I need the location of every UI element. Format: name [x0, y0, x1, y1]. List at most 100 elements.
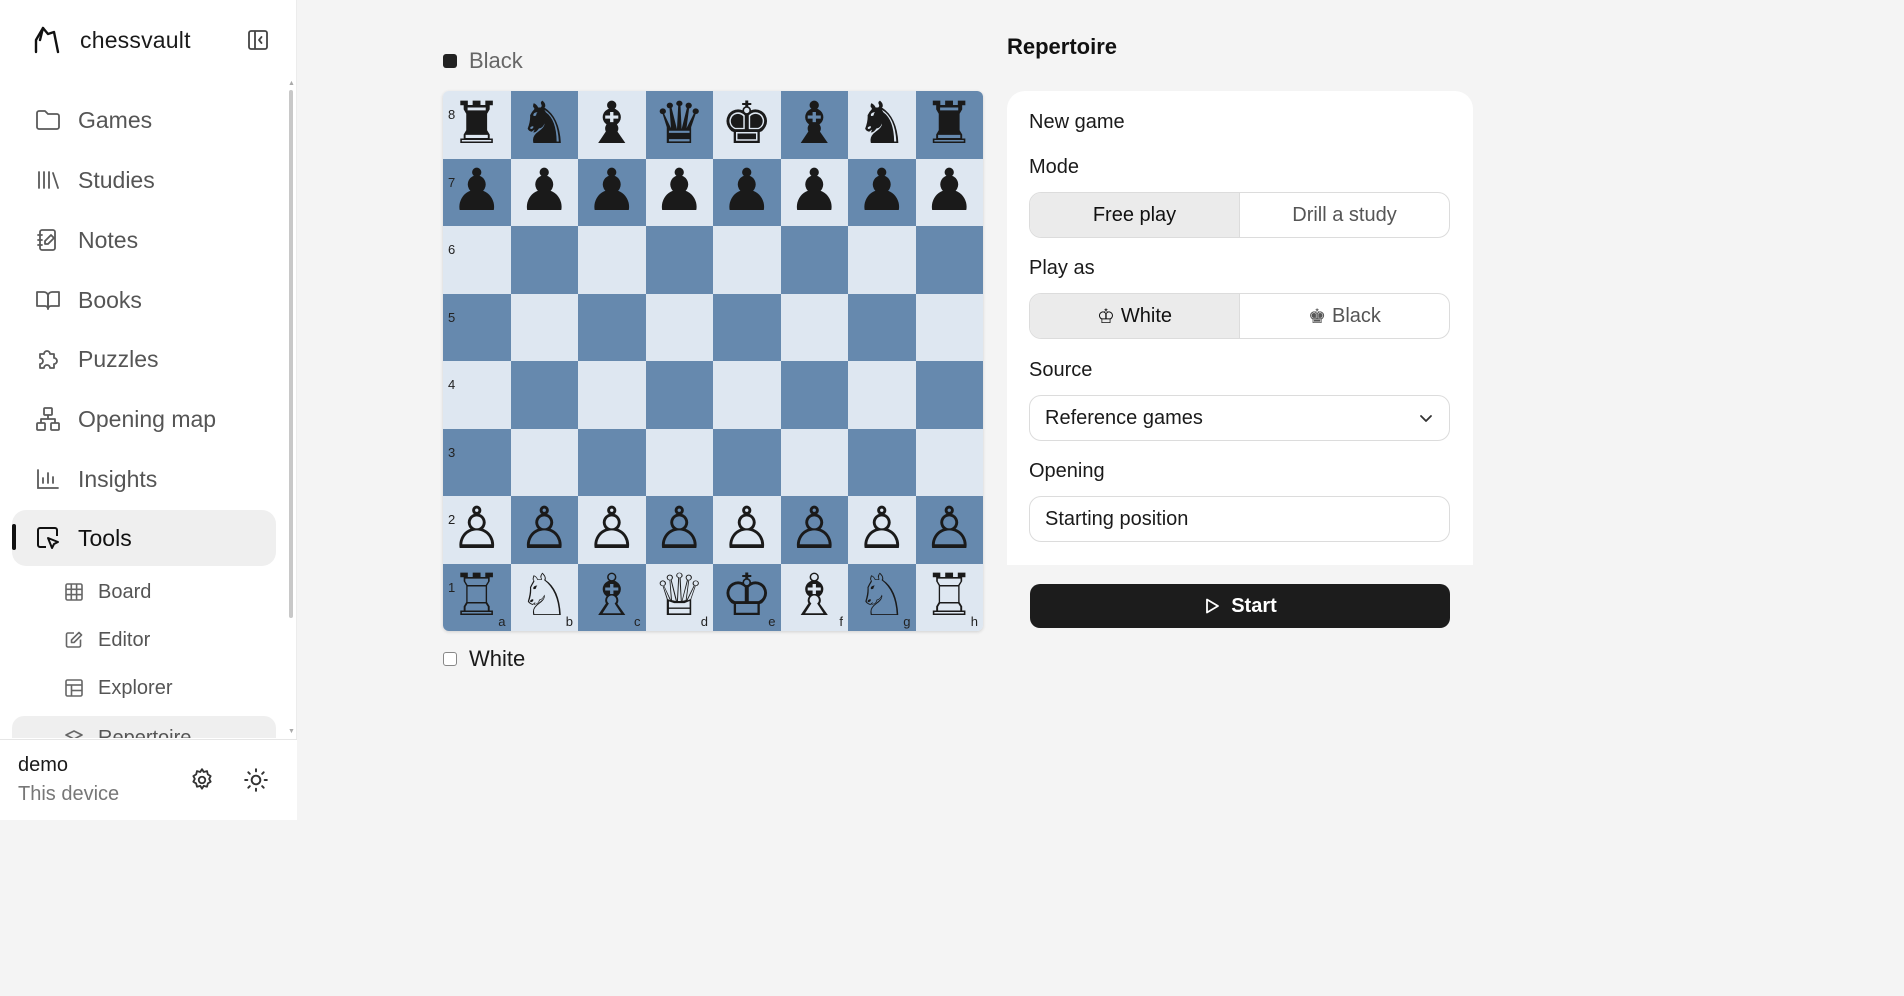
chess-piece[interactable]: ♞	[856, 94, 908, 152]
board-square-f4[interactable]	[780, 361, 848, 429]
mode-drill-study-option[interactable]: Drill a study	[1239, 193, 1449, 237]
board-square-b5[interactable]	[510, 293, 578, 361]
chess-piece[interactable]: ♟	[518, 161, 570, 219]
chess-piece[interactable]: ♗	[586, 566, 638, 624]
board-square-e3[interactable]	[713, 428, 781, 496]
chess-piece[interactable]: ♙	[653, 499, 705, 557]
board-square-b3[interactable]	[510, 428, 578, 496]
board-square-h6[interactable]	[915, 226, 983, 294]
board-square-f6[interactable]	[780, 226, 848, 294]
board-square-a7[interactable]: 7 ♟	[443, 158, 511, 226]
sidebar-item-books[interactable]: Books	[12, 272, 276, 328]
board-square-e6[interactable]	[713, 226, 781, 294]
board-square-c1[interactable]: c ♗	[578, 563, 646, 631]
chess-piece[interactable]: ♝	[586, 94, 638, 152]
chess-board[interactable]: 8 ♜ ♞ ♝ ♛ ♚ ♝ ♞ ♜ 7 ♟ ♟ ♟ ♟ ♟ ♟ ♟ ♟ 6 5 4 3 2 ♙ ♙ ♙ ♙ ♙ ♙ ♙ ♙ 1 a ♖ b ♘ c ♗ d ♕…	[443, 91, 983, 631]
chess-piece[interactable]: ♚	[721, 94, 773, 152]
board-square-f7[interactable]: ♟	[780, 158, 848, 226]
brand[interactable]: chessvault	[30, 22, 191, 58]
opening-input[interactable]: Starting position	[1029, 496, 1450, 542]
board-square-d5[interactable]	[645, 293, 713, 361]
board-square-g1[interactable]: g ♘	[848, 563, 916, 631]
play-as-black-option[interactable]: ♚ Black	[1239, 294, 1449, 338]
chess-piece[interactable]: ♗	[788, 566, 840, 624]
chess-piece[interactable]: ♘	[518, 566, 570, 624]
board-square-h3[interactable]	[915, 428, 983, 496]
board-square-a1[interactable]: 1 a ♖	[443, 563, 511, 631]
chess-piece[interactable]: ♜	[451, 94, 503, 152]
board-square-c7[interactable]: ♟	[578, 158, 646, 226]
chess-piece[interactable]: ♔	[721, 566, 773, 624]
board-square-d7[interactable]: ♟	[645, 158, 713, 226]
collapse-sidebar-button[interactable]	[246, 28, 270, 52]
play-as-white-option[interactable]: ♔ White	[1030, 294, 1239, 338]
board-square-g4[interactable]	[848, 361, 916, 429]
board-square-e2[interactable]: ♙	[713, 496, 781, 564]
sidebar-subitem-repertoire[interactable]: Repertoire	[12, 716, 276, 738]
sidebar-item-tools[interactable]: Tools	[12, 510, 276, 566]
board-square-e7[interactable]: ♟	[713, 158, 781, 226]
board-square-e1[interactable]: e ♔	[713, 563, 781, 631]
chess-piece[interactable]: ♖	[451, 566, 503, 624]
scroll-down-icon[interactable]: ▼	[288, 728, 295, 735]
board-square-a6[interactable]: 6	[443, 226, 511, 294]
chess-piece[interactable]: ♙	[923, 499, 975, 557]
chess-piece[interactable]: ♜	[923, 94, 975, 152]
start-button[interactable]: Start	[1030, 584, 1450, 628]
board-square-c6[interactable]	[578, 226, 646, 294]
board-square-h7[interactable]: ♟	[915, 158, 983, 226]
sidebar-item-notes[interactable]: Notes	[12, 212, 276, 268]
board-square-a2[interactable]: 2 ♙	[443, 496, 511, 564]
mode-free-play-option[interactable]: Free play	[1030, 193, 1239, 237]
chess-piece[interactable]: ♕	[653, 566, 705, 624]
board-square-a5[interactable]: 5	[443, 293, 511, 361]
board-square-c4[interactable]	[578, 361, 646, 429]
chess-piece[interactable]: ♙	[788, 499, 840, 557]
board-square-a3[interactable]: 3	[443, 428, 511, 496]
chess-piece[interactable]: ♝	[788, 94, 840, 152]
board-square-f2[interactable]: ♙	[780, 496, 848, 564]
chess-piece[interactable]: ♞	[518, 94, 570, 152]
board-square-f5[interactable]	[780, 293, 848, 361]
board-square-e4[interactable]	[713, 361, 781, 429]
settings-button[interactable]	[188, 766, 216, 794]
theme-toggle-button[interactable]	[242, 766, 270, 794]
sidebar-item-games[interactable]: Games	[12, 92, 276, 148]
board-square-c5[interactable]	[578, 293, 646, 361]
board-square-b2[interactable]: ♙	[510, 496, 578, 564]
chess-piece[interactable]: ♙	[721, 499, 773, 557]
board-square-e5[interactable]	[713, 293, 781, 361]
board-square-f1[interactable]: f ♗	[780, 563, 848, 631]
chess-piece[interactable]: ♟	[451, 161, 503, 219]
board-square-c2[interactable]: ♙	[578, 496, 646, 564]
source-select[interactable]: Reference games	[1029, 395, 1450, 441]
sidebar-scrollbar[interactable]: ▲ ▼	[287, 80, 295, 740]
chess-piece[interactable]: ♙	[451, 499, 503, 557]
board-square-h5[interactable]	[915, 293, 983, 361]
sidebar-subitem-editor[interactable]: Editor	[12, 618, 276, 662]
board-square-b4[interactable]	[510, 361, 578, 429]
sidebar-item-opening-map[interactable]: Opening map	[12, 391, 276, 447]
board-square-h1[interactable]: h ♖	[915, 563, 983, 631]
board-square-c3[interactable]	[578, 428, 646, 496]
board-square-d8[interactable]: ♛	[645, 91, 713, 159]
sidebar-item-insights[interactable]: Insights	[12, 451, 276, 507]
board-square-h2[interactable]: ♙	[915, 496, 983, 564]
board-square-b7[interactable]: ♟	[510, 158, 578, 226]
chess-piece[interactable]: ♟	[856, 161, 908, 219]
chess-piece[interactable]: ♟	[586, 161, 638, 219]
board-square-g6[interactable]	[848, 226, 916, 294]
chess-piece[interactable]: ♟	[653, 161, 705, 219]
board-square-g5[interactable]	[848, 293, 916, 361]
sidebar-subitem-board[interactable]: Board	[12, 570, 276, 614]
sidebar-subitem-explorer[interactable]: Explorer	[12, 666, 276, 710]
board-square-f8[interactable]: ♝	[780, 91, 848, 159]
chess-piece[interactable]: ♙	[586, 499, 638, 557]
sidebar-item-studies[interactable]: Studies	[12, 152, 276, 208]
scroll-up-icon[interactable]: ▲	[288, 80, 295, 87]
chess-piece[interactable]: ♟	[923, 161, 975, 219]
board-square-c8[interactable]: ♝	[578, 91, 646, 159]
board-square-g8[interactable]: ♞	[848, 91, 916, 159]
board-square-g2[interactable]: ♙	[848, 496, 916, 564]
board-square-d3[interactable]	[645, 428, 713, 496]
